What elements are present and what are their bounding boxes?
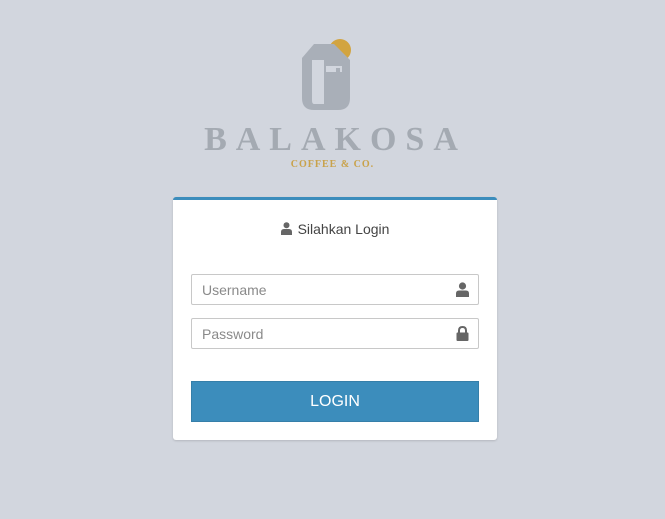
user-icon	[456, 282, 469, 297]
login-button[interactable]: LOGIN	[191, 381, 479, 422]
password-field	[191, 318, 479, 349]
lock-icon	[456, 326, 469, 341]
login-box-title: Silahkan Login	[297, 221, 390, 237]
brand-tagline: COFFEE & CO.	[290, 159, 375, 170]
brand-name: BALAKOSA	[204, 121, 467, 158]
username-input[interactable]	[192, 275, 452, 304]
login-box: Silahkan Login LOGIN	[173, 197, 497, 440]
password-input[interactable]	[192, 319, 452, 348]
brand-logo: BALAKOSA COFFEE & CO.	[0, 38, 665, 178]
user-icon	[280, 222, 292, 235]
login-box-header: Silahkan Login	[173, 220, 497, 238]
username-field	[191, 274, 479, 305]
logo-mark-icon	[302, 39, 351, 110]
